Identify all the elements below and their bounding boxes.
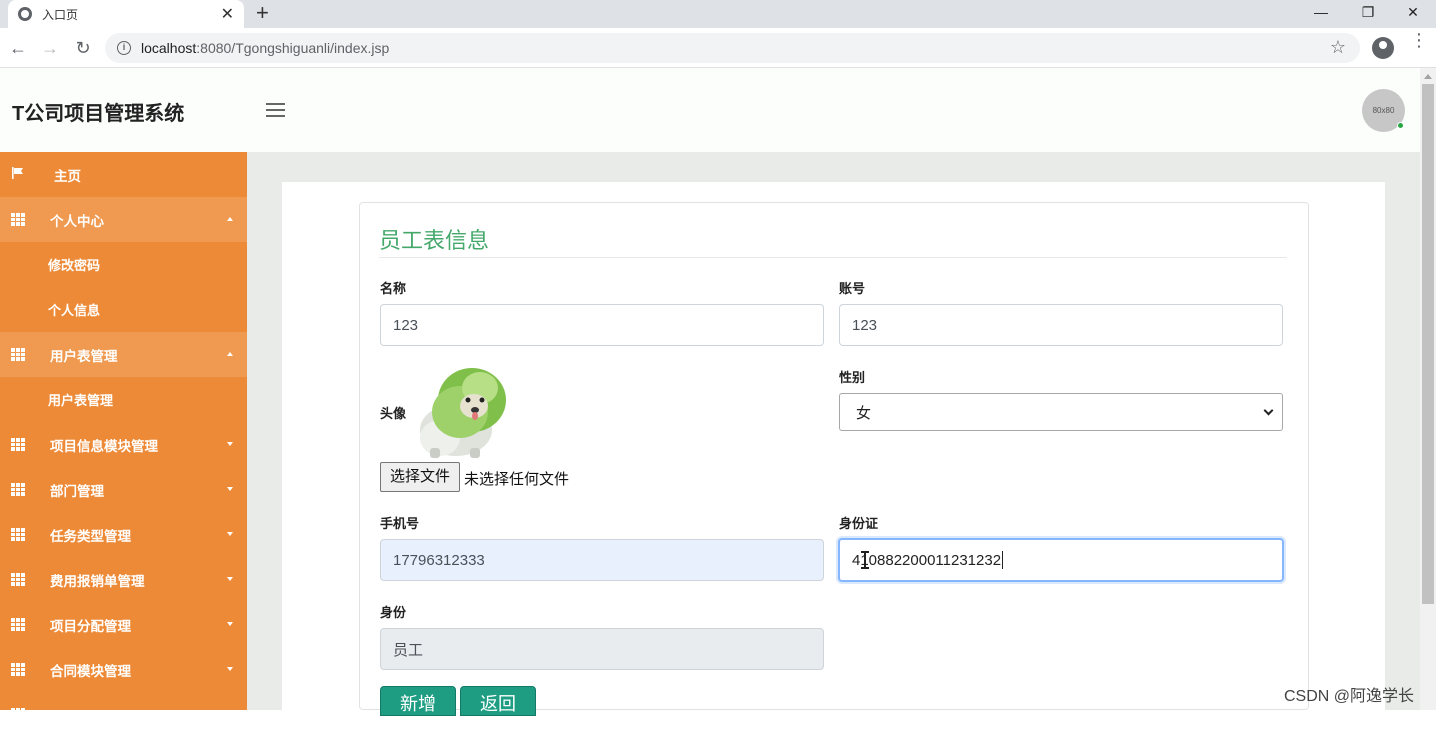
text-cursor xyxy=(1002,551,1004,569)
gender-selected-value: 女 xyxy=(856,404,872,422)
sidebar-item-personal-center[interactable]: 个人中心 xyxy=(0,197,247,242)
sidebar-item-label: 费用报销单管理 xyxy=(50,573,145,589)
window-close-button[interactable]: ✕ xyxy=(1390,0,1436,28)
window-minimize-button[interactable]: — xyxy=(1298,0,1344,28)
site-info-icon[interactable]: i xyxy=(117,41,131,55)
sidebar-item-label: 用户表管理 xyxy=(50,348,118,364)
choose-file-button[interactable]: 选择文件 xyxy=(380,462,460,492)
sidebar-item-department[interactable]: 部门管理 xyxy=(0,467,247,512)
form-title: 员工表信息 xyxy=(379,228,490,253)
account-field[interactable]: 123 xyxy=(839,304,1283,346)
idcard-value: 410882200011231232 xyxy=(852,551,1002,569)
account-label: 账号 xyxy=(839,281,866,296)
window-restore-button[interactable]: ❐ xyxy=(1345,0,1391,28)
gender-select[interactable]: 女 xyxy=(839,393,1283,431)
grid-icon xyxy=(11,573,25,586)
page-scrollbar[interactable] xyxy=(1420,68,1436,710)
sidebar-item-expense[interactable]: 费用报销单管理 xyxy=(0,557,247,602)
sidebar-subitem-change-password[interactable]: 修改密码 xyxy=(0,242,247,287)
caret-up-icon xyxy=(227,217,233,221)
caret-down-icon xyxy=(227,577,233,581)
gender-label: 性别 xyxy=(839,370,866,385)
grid-icon xyxy=(11,483,25,496)
sidebar-item-label: 项目信息模块管理 xyxy=(50,438,158,454)
caret-up-icon xyxy=(227,352,233,356)
hamburger-menu-icon[interactable] xyxy=(266,103,285,121)
browser-tab[interactable]: 入口页 ✕ xyxy=(8,0,244,28)
back-arrow-icon[interactable]: ← xyxy=(6,36,30,60)
caret-down-icon xyxy=(227,622,233,626)
profile-icon[interactable] xyxy=(1372,37,1394,59)
globe-icon xyxy=(18,7,32,21)
sidebar-item-label: 任务类型管理 xyxy=(50,528,131,544)
caret-down-icon xyxy=(227,442,233,446)
sidebar-item-contract[interactable]: 合同模块管理 xyxy=(0,647,247,692)
sidebar-item-label: 项目分配管理 xyxy=(50,618,131,634)
phone-label: 手机号 xyxy=(380,516,420,531)
sidebar-item-user-table[interactable]: 用户表管理 xyxy=(0,332,247,377)
caret-down-icon xyxy=(227,532,233,536)
role-field: 员工 xyxy=(380,628,824,670)
sidebar-item-label: 合同模块管理 xyxy=(50,663,131,679)
url-path: :8080/Tgongshiguanli/index.jsp xyxy=(196,40,390,56)
file-status-text: 未选择任何文件 xyxy=(464,471,570,488)
tab-title: 入口页 xyxy=(42,7,79,22)
idcard-field[interactable]: 410882200011231232 xyxy=(838,538,1284,582)
sidebar-item-label: 个人中心 xyxy=(50,213,104,229)
url-host: localhost xyxy=(141,40,197,56)
caret-down-icon xyxy=(227,487,233,491)
back-button[interactable]: 返回 xyxy=(460,686,536,716)
sidebar-item-task-type[interactable]: 任务类型管理 xyxy=(0,512,247,557)
grid-icon xyxy=(11,618,25,631)
address-bar[interactable]: i localhost:8080/Tgongshiguanli/index.js… xyxy=(105,33,1360,63)
browser-toolbar: ← → ↻ i localhost:8080/Tgongshiguanli/in… xyxy=(0,28,1436,68)
idcard-label: 身份证 xyxy=(839,516,879,531)
text-cursor-ibeam-icon xyxy=(861,551,869,569)
caret-down-icon xyxy=(227,667,233,671)
sidebar-subitem-personal-info[interactable]: 个人信息 xyxy=(0,287,247,332)
new-tab-button[interactable]: + xyxy=(256,2,269,24)
bookmark-star-icon[interactable]: ☆ xyxy=(1330,37,1346,58)
avatar-label: 头像 xyxy=(380,406,407,421)
role-label: 身份 xyxy=(380,605,407,620)
brand-title: T公司项目管理系统 xyxy=(12,103,185,125)
scroll-up-arrow-icon[interactable] xyxy=(1424,74,1432,79)
online-status-dot xyxy=(1397,122,1404,129)
name-field[interactable]: 123 xyxy=(380,304,824,346)
forward-arrow-icon[interactable]: → xyxy=(38,36,62,60)
grid-icon xyxy=(11,528,25,541)
avatar-placeholder-text: 80x80 xyxy=(1372,106,1395,115)
sidebar-item-project-assign[interactable]: 项目分配管理 xyxy=(0,602,247,647)
browser-menu-icon[interactable]: ⋮ xyxy=(1410,31,1428,49)
sidebar-item-home[interactable]: 主页 xyxy=(0,152,247,197)
grid-icon xyxy=(11,663,25,676)
name-label: 名称 xyxy=(380,281,407,296)
grid-icon xyxy=(11,213,25,226)
sidebar-item-project-info[interactable]: 项目信息模块管理 xyxy=(0,422,247,467)
sidebar-item-next[interactable] xyxy=(0,692,247,737)
tab-close-icon[interactable]: ✕ xyxy=(221,4,234,24)
csdn-watermark: CSDN @阿逸学长 xyxy=(1284,688,1415,705)
avatar-image xyxy=(420,368,506,458)
sidebar-item-label: 主页 xyxy=(54,168,81,184)
reload-icon[interactable]: ↻ xyxy=(71,36,95,60)
grid-icon xyxy=(11,348,25,361)
avatar[interactable]: 80x80 xyxy=(1362,89,1405,132)
browser-tabbar: 入口页 ✕ + — ❐ ✕ xyxy=(0,0,1436,28)
app-header: T公司项目管理系统 80x80 xyxy=(0,68,1420,152)
sidebar-item-label: 部门管理 xyxy=(50,483,104,499)
grid-icon xyxy=(11,438,25,451)
add-button[interactable]: 新增 xyxy=(380,686,456,716)
flag-icon xyxy=(12,167,23,179)
phone-field[interactable]: 17796312333 xyxy=(380,539,824,581)
chevron-down-icon xyxy=(1263,405,1274,416)
scrollbar-thumb[interactable] xyxy=(1422,84,1434,604)
sidebar-subitem-user-table[interactable]: 用户表管理 xyxy=(0,377,247,422)
sidebar: 主页 个人中心 修改密码 个人信息 用户表管理 用户表管理 项目信息模块管理 部… xyxy=(0,152,247,721)
title-divider xyxy=(379,257,1287,258)
